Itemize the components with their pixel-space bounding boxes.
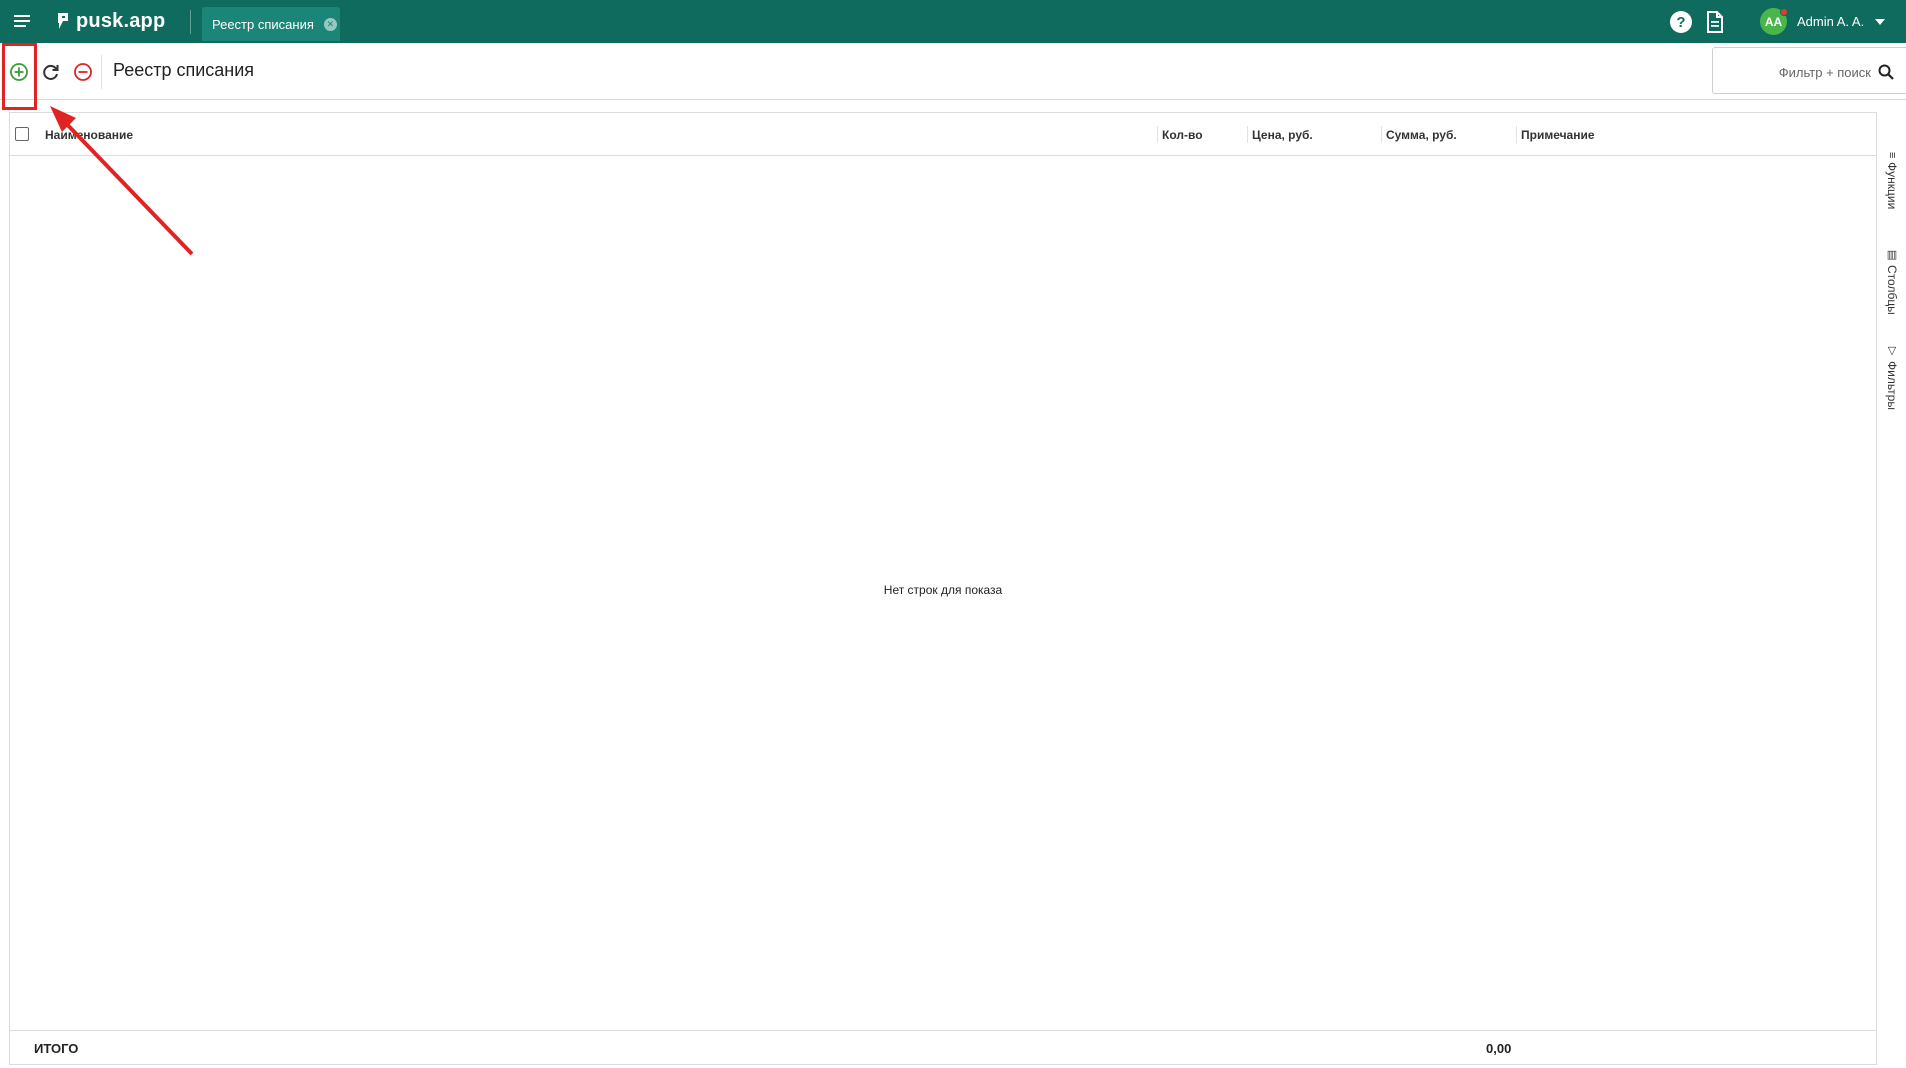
user-name[interactable]: Admin A. A. — [1797, 14, 1864, 29]
add-button[interactable] — [8, 61, 30, 83]
functions-icon: ≡ — [1886, 152, 1898, 159]
document-icon[interactable] — [1704, 10, 1726, 34]
side-tab-label: Столбцы — [1885, 265, 1899, 315]
logo-text: pusk.app — [76, 9, 166, 32]
side-tab-label: Фильтры — [1885, 361, 1899, 410]
grid-header: Наименование Кол-во Цена, руб. Сумма, ру… — [10, 113, 1876, 156]
column-header-note[interactable]: Примечание — [1521, 128, 1595, 142]
app-logo[interactable]: pusk.app — [56, 10, 165, 32]
tab-write-off-registry[interactable]: Реестр списания ✕ — [202, 7, 340, 41]
remove-button[interactable] — [72, 61, 94, 83]
top-app-bar: pusk.app Реестр списания ✕ ? AA Admin A.… — [0, 0, 1906, 43]
search-box[interactable] — [1712, 47, 1906, 94]
search-icon[interactable] — [1877, 63, 1895, 81]
column-separator[interactable] — [1247, 126, 1248, 143]
side-tab-functions[interactable]: ≡ Функции — [1883, 152, 1901, 210]
refresh-button[interactable] — [40, 61, 62, 83]
totals-sum: 0,00 — [1486, 1041, 1512, 1056]
topbar-divider — [190, 10, 191, 34]
column-header-name[interactable]: Наименование — [45, 128, 133, 142]
side-tool-panel: ≡ Функции ▥ Столбцы ▽ Фильтры — [1876, 112, 1906, 1065]
tab-label: Реестр списания — [212, 16, 314, 32]
notification-dot — [1780, 8, 1788, 16]
chevron-down-icon[interactable] — [1875, 19, 1885, 25]
toolbar-divider — [101, 55, 102, 89]
tab-close-icon[interactable]: ✕ — [323, 17, 337, 31]
logo-mark-icon — [58, 13, 68, 29]
grid-totals-row: ИТОГО 0,00 — [10, 1030, 1876, 1064]
page-toolbar: Реестр списания — [0, 43, 1906, 100]
columns-icon: ▥ — [1885, 248, 1898, 261]
column-separator[interactable] — [1516, 126, 1517, 143]
side-tab-columns[interactable]: ▥ Столбцы — [1883, 248, 1901, 315]
help-icon[interactable]: ? — [1670, 11, 1692, 33]
column-separator[interactable] — [1157, 126, 1158, 143]
search-input[interactable] — [1723, 62, 1871, 82]
totals-label: ИТОГО — [34, 1041, 79, 1056]
column-separator[interactable] — [1381, 126, 1382, 143]
column-header-price[interactable]: Цена, руб. — [1252, 128, 1313, 142]
side-tab-filters[interactable]: ▽ Фильтры — [1883, 344, 1901, 410]
hamburger-menu-icon[interactable] — [14, 13, 32, 29]
data-grid: Наименование Кол-во Цена, руб. Сумма, ру… — [9, 112, 1878, 1065]
column-header-quantity[interactable]: Кол-во — [1162, 128, 1203, 142]
select-all-checkbox[interactable] — [15, 127, 29, 141]
empty-grid-message: Нет строк для показа — [883, 583, 1003, 597]
side-tab-label: Функции — [1885, 162, 1899, 210]
filter-icon: ▽ — [1885, 344, 1898, 357]
page-title: Реестр списания — [113, 60, 255, 80]
column-header-sum[interactable]: Сумма, руб. — [1386, 128, 1457, 142]
